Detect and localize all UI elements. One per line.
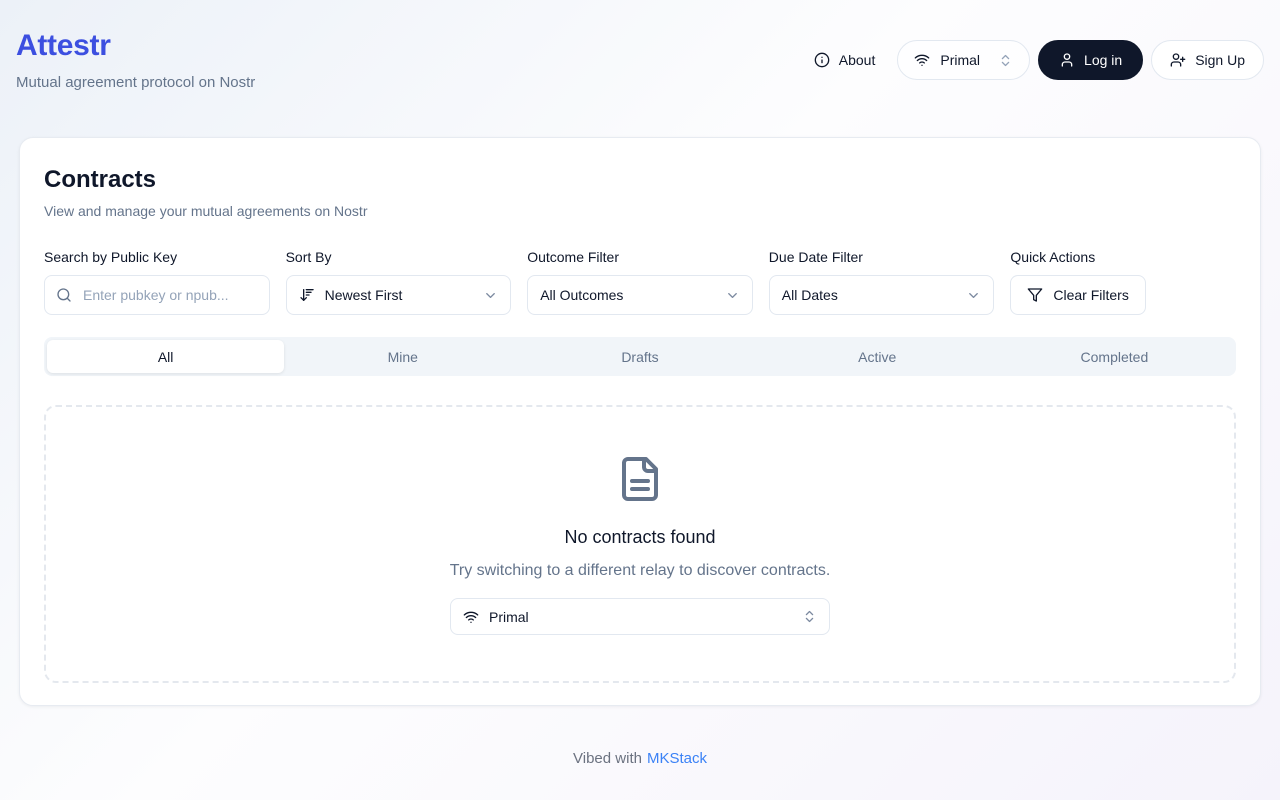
footer-text: Vibed with [573,750,642,767]
chevron-down-icon [966,288,981,303]
chevron-down-icon [483,288,498,303]
tab-all[interactable]: All [47,340,285,373]
tab-completed[interactable]: Completed [996,340,1233,373]
empty-state: No contracts found Try switching to a di… [44,405,1236,683]
relay-selector[interactable]: Primal [897,40,1031,80]
chevrons-up-down-icon [802,609,817,624]
page-footer: Vibed with MKStack [0,750,1280,767]
search-label: Search by Public Key [44,249,178,265]
relay-select-value: Primal [489,608,529,625]
relay-select[interactable]: Primal [450,598,830,635]
quick-actions-label: Quick Actions [1010,249,1096,265]
funnel-icon [1027,287,1043,303]
outcome-label: Outcome Filter [527,249,619,265]
about-label: About [838,52,876,68]
brand-block: Attestr Mutual agreement protocol on Nos… [16,28,255,91]
login-label: Log in [1084,52,1123,68]
tab-mine[interactable]: Mine [284,340,521,373]
page-title: Contracts [44,166,157,193]
about-button[interactable]: About [800,40,890,80]
sort-descending-icon [299,287,315,303]
filter-quick-actions: Quick Actions Clear Filters [1010,249,1236,315]
app-subtitle: Mutual agreement protocol on Nostr [16,74,256,91]
clear-filters-label: Clear Filters [1053,287,1129,303]
app-title: Attestr [16,29,111,62]
search-icon [56,287,72,303]
chevrons-up-down-icon [998,53,1013,68]
filter-outcome: Outcome Filter All Outcomes [527,249,753,315]
header-actions: About Primal Log in Sign Up [800,40,1264,80]
filters-row: Search by Public Key Sort By Newest Firs… [44,249,1236,315]
chevron-down-icon [725,288,740,303]
filter-search: Search by Public Key [44,249,270,315]
filter-sort: Sort By Newest First [285,249,512,315]
signup-label: Sign Up [1195,52,1245,68]
due-date-label: Due Date Filter [768,249,863,265]
filter-due-date: Due Date Filter All Dates [768,249,995,315]
sort-label: Sort By [285,249,332,265]
outcome-select[interactable]: All Outcomes [527,275,753,315]
tab-drafts[interactable]: Drafts [521,340,758,373]
sort-select-left: Newest First [299,287,403,303]
clear-filters-button[interactable]: Clear Filters [1010,275,1146,315]
relay-selector-value: Primal [940,52,981,68]
empty-state-subtitle: Try switching to a different relay to di… [449,562,831,579]
wifi-icon [463,609,479,625]
sort-select[interactable]: Newest First [285,275,512,315]
signup-button[interactable]: Sign Up [1151,40,1264,80]
file-text-icon [616,455,664,503]
page-header: Attestr Mutual agreement protocol on Nos… [0,0,1280,91]
page-subtitle: View and manage your mutual agreements o… [44,203,368,219]
relay-select-left: Primal [463,609,529,625]
outcome-select-value: All Outcomes [540,287,624,303]
tab-list: All Mine Drafts Active Completed [44,337,1236,376]
user-icon [1059,52,1075,68]
login-button[interactable]: Log in [1038,40,1144,80]
sort-select-value: Newest First [324,287,403,303]
wifi-icon [914,52,930,68]
empty-state-title: No contracts found [564,527,716,547]
info-icon [814,52,830,68]
due-date-select[interactable]: All Dates [768,275,995,315]
contracts-card: Contracts View and manage your mutual ag… [19,137,1261,706]
due-date-select-value: All Dates [781,287,838,303]
tab-active[interactable]: Active [759,340,996,373]
search-input[interactable] [44,275,270,315]
user-plus-icon [1170,52,1186,68]
search-field-wrap [44,275,270,315]
mkstack-link[interactable]: MKStack [647,750,707,767]
